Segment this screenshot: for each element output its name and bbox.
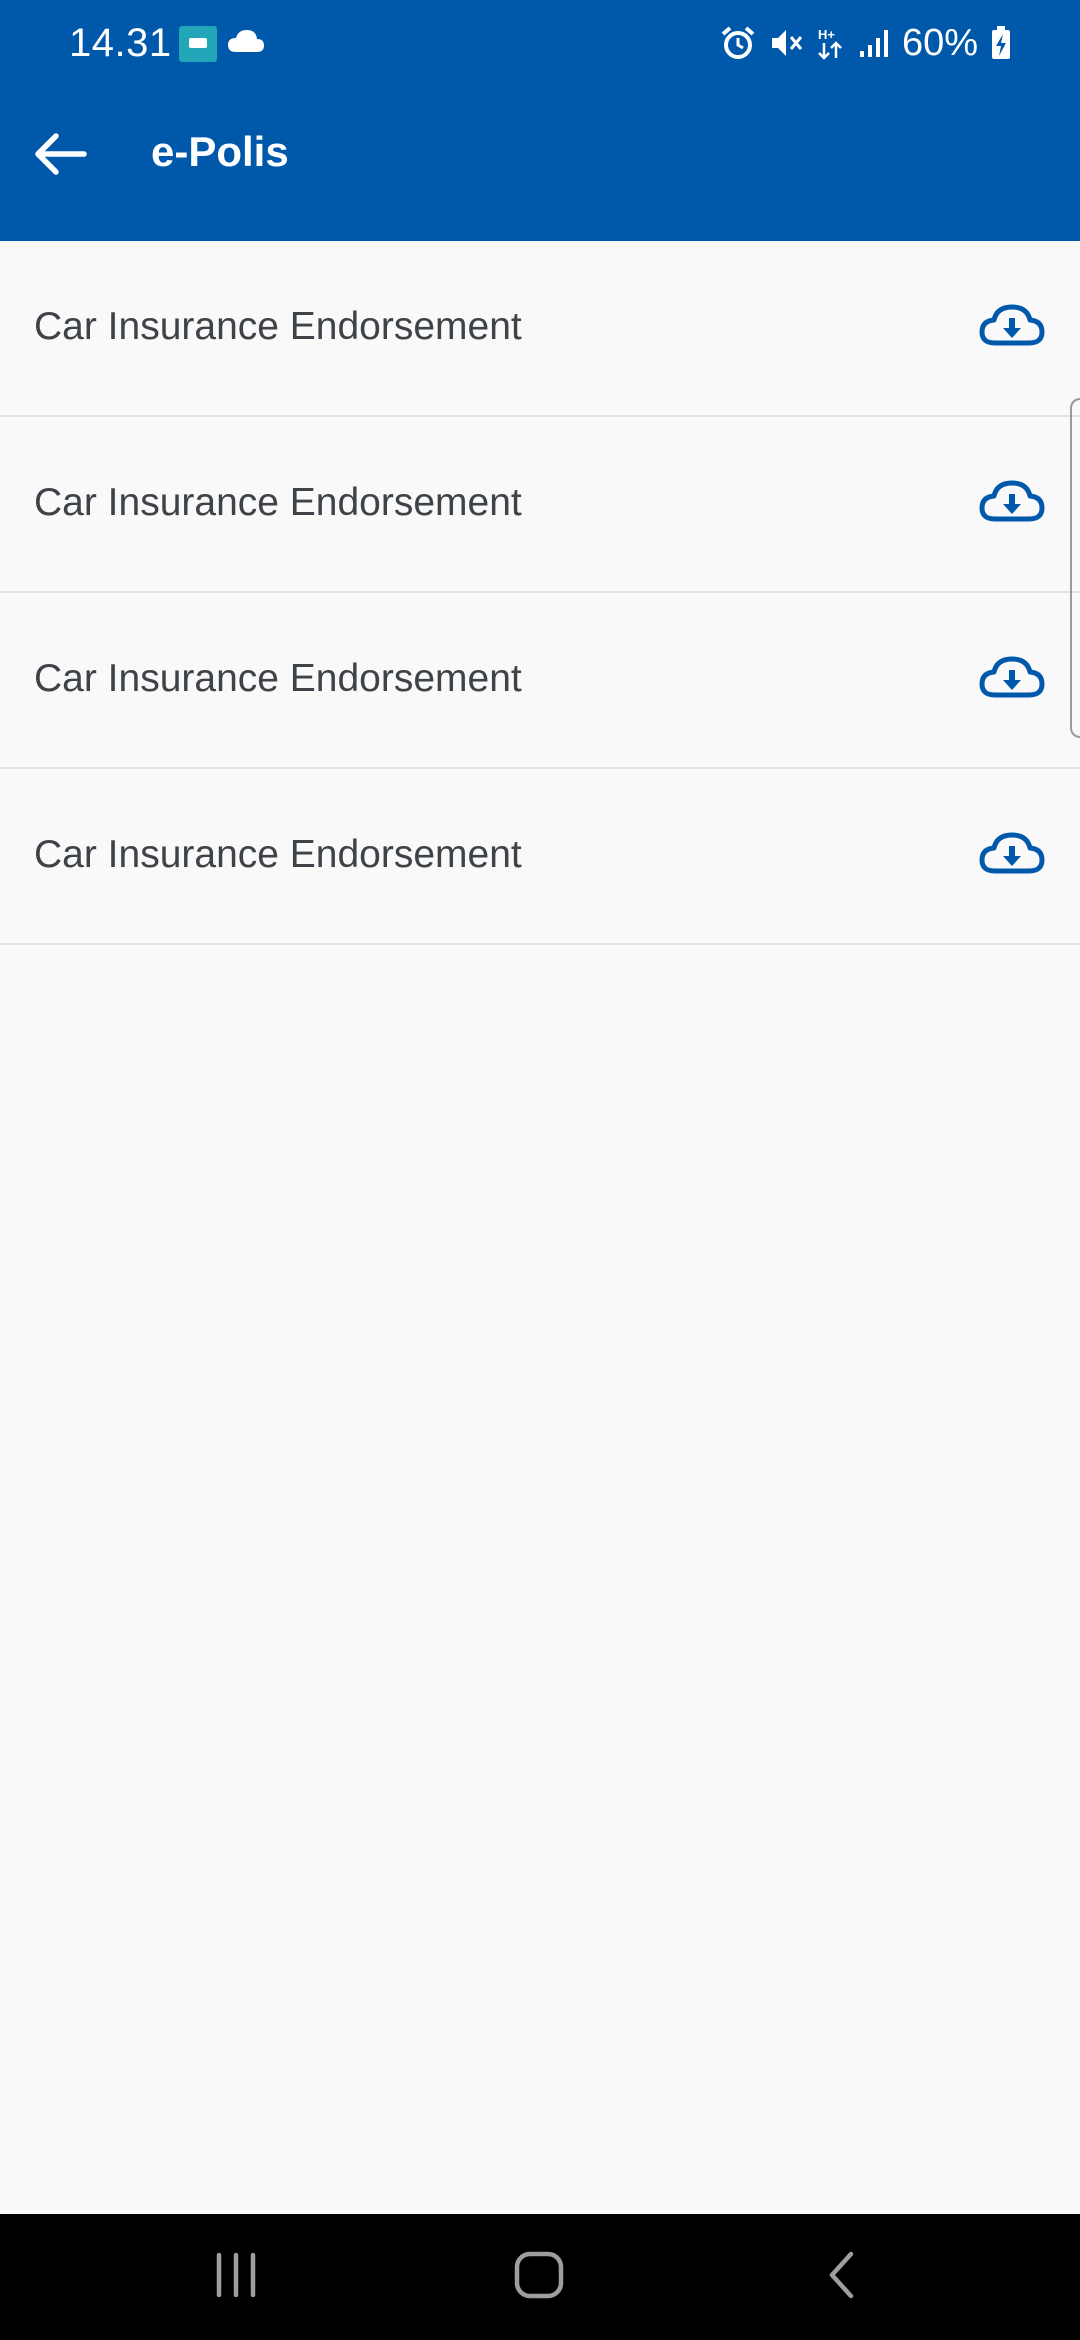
list-item-label: Car Insurance Endorsement [34,833,522,876]
cloud-icon [226,26,266,56]
svg-text:H+: H+ [818,27,835,42]
cloud-download-icon [979,479,1045,528]
back-button[interactable] [24,120,96,192]
battery-percentage: 60% [901,22,978,64]
list-item[interactable]: Car Insurance Endorsement [0,769,1080,945]
status-bar: 14.31 H+ 60% [0,0,1080,88]
mute-icon [768,25,804,61]
list-item[interactable]: Car Insurance Endorsement [0,593,1080,769]
list-item-label: Car Insurance Endorsement [34,481,522,524]
navigation-bar [0,2214,1080,2340]
page-title: e-Polis [151,128,289,175]
app-notification-icon [179,26,217,62]
alarm-icon [720,25,756,61]
list-item[interactable]: Car Insurance Endorsement [0,417,1080,593]
list-item-label: Car Insurance Endorsement [34,305,522,348]
status-icons: H+ 60% [720,18,1012,68]
cloud-download-icon [979,303,1045,352]
toolbar: e-Polis [0,88,1080,241]
back-nav-button[interactable] [801,2242,881,2312]
document-list: Car Insurance Endorsement Car Insurance … [0,241,1080,945]
data-hplus-icon: H+ [816,25,846,61]
download-button[interactable] [978,651,1046,707]
app-bar: 14.31 H+ 60% e-Polis [0,0,1080,241]
home-icon [513,2250,565,2305]
arrow-left-icon [32,132,88,181]
recents-button[interactable] [196,2242,276,2312]
download-button[interactable] [978,475,1046,531]
cloud-download-icon [979,831,1045,880]
scroll-indicator[interactable] [1070,398,1080,738]
list-item[interactable]: Car Insurance Endorsement [0,241,1080,417]
battery-charging-icon [990,25,1012,61]
download-button[interactable] [978,299,1046,355]
cloud-download-icon [979,655,1045,704]
back-icon [825,2250,857,2305]
recents-icon [213,2252,259,2302]
home-button[interactable] [499,2242,579,2312]
download-button[interactable] [978,827,1046,883]
list-item-label: Car Insurance Endorsement [34,657,522,700]
signal-icon [858,27,890,59]
status-time: 14.31 [69,21,172,65]
